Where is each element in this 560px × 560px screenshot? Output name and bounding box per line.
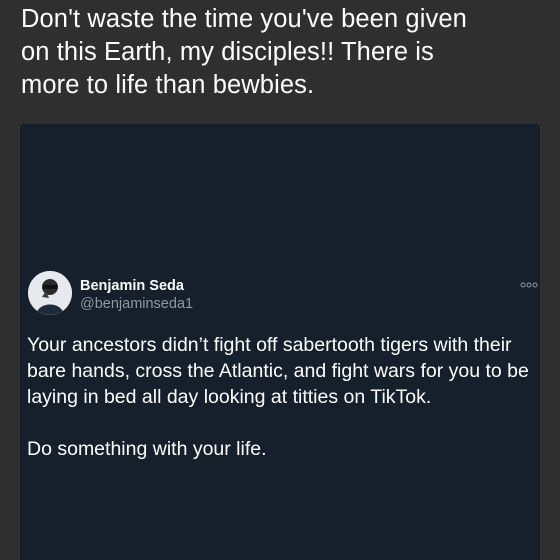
- avatar[interactable]: [28, 271, 72, 315]
- tweet-paragraph: Your ancestors didn’t fight off sabertoo…: [27, 334, 529, 408]
- tweet-embed[interactable]: Benjamin Seda @benjaminseda1 Your ancest…: [20, 124, 540, 560]
- tweet-paragraph: Do something with your life.: [27, 438, 267, 460]
- more-horizontal-icon[interactable]: [520, 277, 538, 288]
- tweet-text: Your ancestors didn’t fight off sabertoo…: [27, 332, 539, 462]
- tweet-author-row: Benjamin Seda @benjaminseda1: [28, 271, 538, 319]
- author-handle[interactable]: @benjaminseda1: [80, 295, 193, 313]
- page: Don't waste the time you've been given o…: [0, 0, 560, 560]
- author-name[interactable]: Benjamin Seda: [80, 277, 184, 295]
- post-caption: Don't waste the time you've been given o…: [21, 5, 467, 99]
- avatar-image: [28, 271, 72, 315]
